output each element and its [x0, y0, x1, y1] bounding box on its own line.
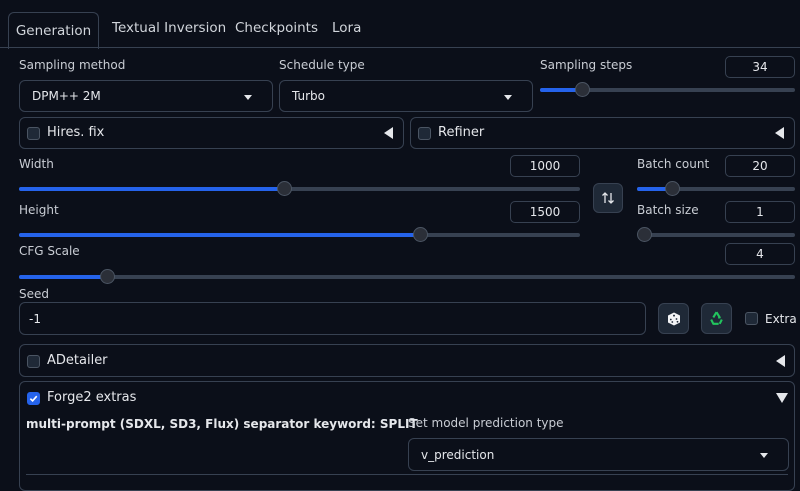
slider-thumb[interactable]: [100, 269, 116, 284]
collapse-left-icon: [384, 127, 393, 139]
random-seed-button[interactable]: [658, 303, 689, 334]
tab-divider: [0, 47, 800, 48]
section-divider: [26, 474, 788, 475]
batch-size-label: Batch size: [637, 203, 699, 217]
height-input[interactable]: 1500: [510, 201, 580, 223]
refiner-checkbox[interactable]: [418, 127, 431, 140]
hires-fix-accordion[interactable]: Hires. fix: [19, 117, 404, 149]
schedule-type-dropdown[interactable]: Turbo: [279, 80, 533, 112]
tab-textual-inversion[interactable]: Textual Inversion: [112, 20, 226, 36]
recycle-icon: [710, 311, 723, 325]
chevron-down-icon: [504, 95, 512, 100]
sampling-method-value: DPM++ 2M: [32, 89, 101, 103]
width-input[interactable]: 1000: [510, 155, 580, 177]
adetailer-label: ADetailer: [47, 353, 108, 368]
checkmark-icon: [29, 395, 38, 403]
swap-dimensions-button[interactable]: [593, 183, 623, 213]
slider-thumb[interactable]: [575, 82, 591, 97]
chevron-down-icon: [760, 453, 768, 458]
batch-size-input[interactable]: 1: [725, 201, 795, 223]
cfg-scale-slider[interactable]: [19, 269, 795, 284]
extra-label: Extra: [765, 312, 797, 326]
slider-fill: [19, 233, 422, 237]
sampling-steps-label: Sampling steps: [540, 58, 633, 72]
slider-thumb[interactable]: [637, 227, 652, 242]
batch-count-slider[interactable]: [637, 181, 795, 196]
prediction-type-dropdown[interactable]: v_prediction: [408, 438, 789, 471]
adetailer-checkbox[interactable]: [27, 355, 40, 368]
dice-icon: [667, 312, 680, 325]
seed-input[interactable]: -1: [19, 302, 646, 335]
refiner-label: Refiner: [438, 125, 485, 140]
tab-bar: Generation Textual Inversion Checkpoints…: [0, 0, 800, 49]
slider-thumb[interactable]: [277, 181, 293, 196]
reuse-seed-button[interactable]: [701, 303, 732, 334]
sampling-method-label: Sampling method: [19, 58, 126, 72]
sampling-steps-input[interactable]: 34: [725, 56, 795, 78]
cfg-scale-input[interactable]: 4: [725, 243, 795, 265]
cfg-scale-label: CFG Scale: [19, 244, 80, 258]
width-label: Width: [19, 157, 54, 171]
collapse-down-icon[interactable]: [776, 393, 788, 403]
collapse-left-icon: [776, 355, 785, 367]
tab-checkpoints[interactable]: Checkpoints: [235, 20, 318, 36]
slider-thumb[interactable]: [665, 181, 681, 196]
schedule-type-label: Schedule type: [279, 58, 365, 72]
forge2-extras-accordion: Forge2 extras multi-prompt (SDXL, SD3, F…: [19, 381, 795, 491]
collapse-left-icon: [775, 127, 784, 139]
extra-checkbox[interactable]: [745, 312, 758, 325]
tab-label: Generation: [15, 23, 92, 39]
hires-fix-label: Hires. fix: [47, 125, 105, 140]
prediction-type-label: Set model prediction type: [408, 416, 564, 430]
sampling-method-dropdown[interactable]: DPM++ 2M: [19, 80, 273, 112]
prediction-type-value: v_prediction: [421, 447, 495, 462]
adetailer-accordion[interactable]: ADetailer: [19, 344, 795, 377]
width-slider[interactable]: [19, 181, 580, 196]
seed-value: -1: [29, 311, 41, 326]
slider-fill: [19, 275, 109, 279]
batch-count-input[interactable]: 20: [725, 155, 795, 177]
height-slider[interactable]: [19, 227, 580, 242]
batch-count-label: Batch count: [637, 157, 710, 171]
tab-lora[interactable]: Lora: [332, 20, 361, 36]
tab-generation[interactable]: Generation: [8, 12, 99, 49]
chevron-down-icon: [244, 95, 252, 100]
multiprompt-info-text: multi-prompt (SDXL, SD3, Flux) separator…: [26, 417, 418, 431]
slider-thumb[interactable]: [413, 227, 429, 242]
refiner-accordion[interactable]: Refiner: [410, 117, 795, 149]
forge2-extras-checkbox[interactable]: [27, 392, 40, 405]
swap-vertical-icon: [602, 192, 614, 204]
schedule-type-value: Turbo: [292, 89, 326, 103]
batch-size-slider[interactable]: [637, 227, 795, 242]
sampling-steps-slider[interactable]: [540, 82, 795, 97]
height-label: Height: [19, 203, 59, 217]
forge2-extras-label[interactable]: Forge2 extras: [47, 390, 136, 405]
hires-fix-checkbox[interactable]: [27, 127, 40, 140]
slider-fill: [19, 187, 286, 191]
seed-label: Seed: [19, 287, 49, 301]
